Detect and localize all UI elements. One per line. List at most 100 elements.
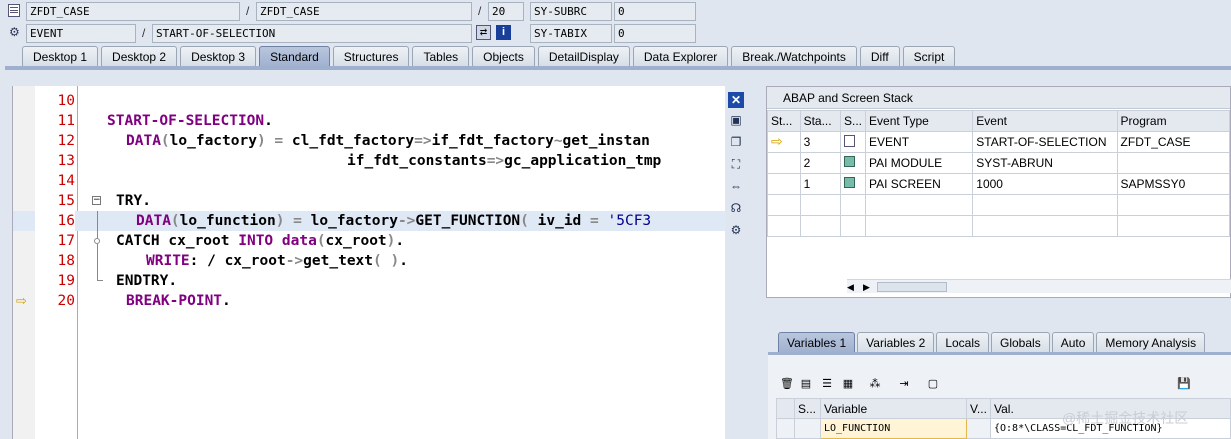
line-number: 12 — [57, 133, 75, 149]
copy-icon[interactable]: ❐ — [728, 134, 744, 150]
event-cell: 1000 — [972, 173, 1118, 195]
line-number: 18 — [57, 253, 75, 269]
column-header[interactable]: St... — [767, 110, 801, 132]
level-cell: 1 — [799, 173, 842, 195]
level-cell: 3 — [799, 131, 842, 153]
info-icon[interactable]: i — [496, 25, 511, 40]
import-icon[interactable]: ▤ — [798, 377, 814, 391]
column-header[interactable]: V... — [966, 398, 991, 419]
code-line-15[interactable]: 15 − TRY. — [13, 191, 726, 211]
fold-line — [97, 244, 98, 251]
program-cell — [1116, 152, 1231, 174]
include-field[interactable]: ZFDT_CASE — [256, 2, 472, 21]
tab-variables-2[interactable]: Variables 2 — [857, 332, 935, 353]
line-field[interactable]: 20 — [488, 2, 524, 21]
sysvalue-subrc[interactable]: 0 — [614, 2, 696, 21]
line-number: 20 — [57, 293, 75, 309]
screen-icon — [839, 173, 867, 195]
status-cell — [794, 418, 821, 439]
collapse-icon[interactable]: − — [92, 196, 101, 205]
maximize-icon[interactable]: ⛶ — [728, 156, 744, 172]
horizontal-scrollbar[interactable]: ◀ ▶ — [847, 279, 1231, 293]
program-field[interactable]: ZFDT_CASE — [26, 2, 240, 21]
code-line-18[interactable]: 18 WRITE: / cx_root->get_text( ). — [13, 251, 726, 271]
tab-desktop-3[interactable]: Desktop 3 — [180, 46, 257, 67]
sysfield-subrc[interactable]: SY-SUBRC — [530, 2, 612, 21]
column-header[interactable]: Program — [1116, 110, 1231, 132]
column-header[interactable]: Variable — [820, 398, 967, 419]
current-line-arrow-icon: ⇨ — [16, 294, 27, 309]
new-window-icon[interactable]: ▣ — [728, 112, 744, 128]
event-type-field[interactable]: EVENT — [26, 24, 136, 43]
stack-table: St... Sta... S... Event Type Event Progr… — [767, 110, 1231, 237]
line-number: 15 — [57, 193, 75, 209]
scroll-left-icon[interactable]: ◀ — [847, 280, 854, 294]
code-line-11[interactable]: 11 START-OF-SELECTION. — [13, 111, 726, 131]
tab-diff[interactable]: Diff — [859, 46, 900, 67]
current-level-arrow-icon: ⇨ — [767, 131, 801, 153]
swap-icon[interactable]: ⇔ — [728, 178, 744, 194]
code-editor[interactable]: 10 11 START-OF-SELECTION. 12 DATA(lo_facto… — [12, 86, 726, 439]
desktop-tabs: Desktop 1 Desktop 2 Desktop 3 Standard S… — [22, 46, 956, 67]
scroll-right-icon[interactable]: ▶ — [863, 280, 870, 294]
sysvalue-tabix[interactable]: 0 — [614, 24, 696, 43]
code-line-13[interactable]: 13 if_fdt_constants=>gc_application_tmp — [13, 151, 726, 171]
navigate-icon[interactable]: ⇄ — [476, 25, 491, 40]
code-line-17[interactable]: 17 CATCH cx_root INTO data(cx_root). — [13, 231, 726, 251]
save-icon[interactable]: 💾 — [1176, 377, 1192, 391]
table-row[interactable]: 2 PAI MODULE SYST-ABRUN — [767, 152, 1231, 174]
event-cell: START-OF-SELECTION — [972, 131, 1118, 153]
settings-icon[interactable]: ⚙ — [728, 222, 744, 238]
line-number: 13 — [57, 153, 75, 169]
headset-icon[interactable]: ☊ — [728, 200, 744, 216]
tab-script[interactable]: Script — [902, 46, 956, 67]
tab-standard[interactable]: Standard — [259, 46, 330, 67]
empty-cell — [767, 173, 801, 195]
tab-locals[interactable]: Locals — [936, 332, 989, 353]
variable-name-cell[interactable]: LO_FUNCTION — [820, 418, 967, 439]
column-header[interactable]: Sta... — [799, 110, 842, 132]
event-icon: ⚙ — [9, 25, 20, 39]
transfer-icon[interactable]: ⇥ — [896, 377, 912, 391]
tab-variables-1[interactable]: Variables 1 — [778, 332, 856, 353]
table-row[interactable]: 1 PAI SCREEN 1000 SAPMSSY0 — [767, 173, 1231, 195]
delete-icon[interactable]: 🗑 — [779, 377, 795, 391]
screen-icon — [839, 152, 867, 174]
tab-detaildisplay[interactable]: DetailDisplay — [537, 46, 630, 67]
column-header[interactable]: S... — [839, 110, 867, 132]
tab-globals[interactable]: Globals — [991, 332, 1050, 353]
tab-desktop-1[interactable]: Desktop 1 — [22, 46, 99, 67]
code-line-20[interactable]: ⇨ 20 BREAK-POINT. — [13, 291, 726, 311]
empty-cell — [767, 152, 801, 174]
tab-auto[interactable]: Auto — [1051, 332, 1095, 353]
column-header[interactable]: Event Type — [865, 110, 974, 132]
code-line-19[interactable]: 19 ENDTRY. — [13, 271, 726, 291]
code-line-12[interactable]: 12 DATA(lo_factory) = cl_fdt_factory=>if_… — [13, 131, 726, 151]
table-row[interactable]: ⇨ 3 EVENT START-OF-SELECTION ZFDT_CASE — [767, 131, 1231, 153]
row-selector[interactable] — [776, 418, 795, 439]
code-line-16[interactable]: 16 DATA(lo_function) = lo_factory->GET_FU… — [13, 211, 726, 231]
close-icon[interactable]: ✕ — [728, 92, 744, 108]
tab-structures[interactable]: Structures — [332, 46, 410, 67]
program-cell: ZFDT_CASE — [1116, 131, 1231, 153]
tab-data-explorer[interactable]: Data Explorer — [632, 46, 729, 67]
list-icon[interactable]: ☰ — [819, 377, 835, 391]
event-cell: SYST-ABRUN — [972, 152, 1118, 174]
separator: / — [478, 4, 482, 18]
code-line-14[interactable]: 14 — [13, 171, 726, 191]
export-icon[interactable]: ▦ — [840, 377, 856, 391]
event-name-field[interactable]: START-OF-SELECTION — [152, 24, 472, 43]
code-line-10[interactable]: 10 — [13, 91, 726, 111]
tab-objects[interactable]: Objects — [472, 46, 535, 67]
scroll-thumb[interactable] — [877, 282, 947, 292]
tab-desktop-2[interactable]: Desktop 2 — [101, 46, 178, 67]
tab-breakpoints[interactable]: Break./Watchpoints — [731, 46, 857, 67]
sysfield-tabix[interactable]: SY-TABIX — [530, 24, 612, 43]
column-header[interactable]: Event — [972, 110, 1118, 132]
folder-icon[interactable]: ▢ — [925, 377, 941, 391]
code-text: START-OF-SELECTION. — [107, 113, 273, 129]
column-header[interactable]: S... — [794, 398, 821, 419]
tab-memory-analysis[interactable]: Memory Analysis — [1096, 332, 1206, 353]
group-icon[interactable]: ⁂ — [867, 377, 883, 391]
tab-tables[interactable]: Tables — [412, 46, 470, 67]
